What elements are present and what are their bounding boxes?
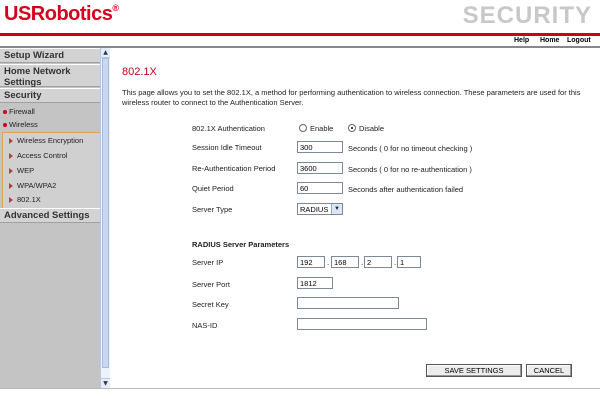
nas-id-input[interactable] bbox=[297, 318, 427, 330]
secret-key-input[interactable] bbox=[297, 297, 399, 309]
cancel-button[interactable]: CANCEL bbox=[526, 364, 572, 377]
server-port-input[interactable]: 1812 bbox=[297, 277, 333, 289]
sidebar-item-access-control[interactable]: Access Control bbox=[9, 149, 67, 162]
server-ip-label: Server IP bbox=[192, 258, 224, 267]
server-port-label: Server Port bbox=[192, 280, 230, 289]
sidebar-item-firewall[interactable]: Firewall bbox=[0, 105, 100, 118]
server-ip-octet-2[interactable]: 168 bbox=[331, 256, 359, 268]
quiet-period-label: Quiet Period bbox=[192, 184, 234, 193]
sidebar-item-wpa-wpa2[interactable]: WPA/WPA2 bbox=[9, 179, 56, 192]
server-type-select[interactable]: RADIUS ▼ bbox=[297, 203, 343, 215]
sidebar-item-wireless-encryption[interactable]: Wireless Encryption bbox=[9, 134, 83, 147]
idle-timeout-note: Seconds ( 0 for no timeout checking ) bbox=[348, 144, 473, 153]
sidebar: Setup Wizard Home Network Settings Secur… bbox=[0, 48, 101, 388]
triangle-right-icon bbox=[9, 138, 13, 145]
sidebar-scrollbar[interactable]: ▲ ▼ bbox=[100, 48, 110, 388]
bullet-icon bbox=[3, 110, 7, 115]
ip-dot: . bbox=[327, 258, 330, 267]
idle-timeout-input[interactable]: 300 bbox=[297, 141, 343, 153]
bottom-border bbox=[0, 388, 600, 399]
page-description: This page allows you to set the 802.1X, … bbox=[122, 88, 581, 107]
sidebar-item-home-network-settings[interactable]: Home Network Settings bbox=[0, 64, 100, 88]
main-content: 802.1X This page allows you to set the 8… bbox=[110, 48, 600, 388]
usrobotics-logo: USRobotics® bbox=[4, 3, 119, 25]
secret-key-label: Secret Key bbox=[192, 300, 229, 309]
wireless-submenu: Wireless Encryption Access Control WEP W… bbox=[2, 132, 101, 209]
reauth-label: Re-Authentication Period bbox=[192, 164, 276, 173]
top-links: Help Home Logout bbox=[0, 36, 600, 46]
auth-label: 802.1X Authentication bbox=[192, 124, 265, 133]
ip-dot: . bbox=[394, 258, 397, 267]
triangle-right-icon bbox=[9, 168, 13, 175]
sidebar-item-advanced-settings[interactable]: Advanced Settings bbox=[0, 208, 100, 223]
chevron-down-icon: ▼ bbox=[331, 204, 342, 214]
triangle-right-icon bbox=[9, 197, 13, 204]
sidebar-item-wep[interactable]: WEP bbox=[9, 164, 34, 177]
help-link[interactable]: Help bbox=[514, 37, 529, 44]
server-type-label: Server Type bbox=[192, 205, 233, 214]
server-ip-octet-3[interactable]: 2 bbox=[364, 256, 392, 268]
reauth-input[interactable]: 3600 bbox=[297, 162, 343, 174]
quiet-period-input[interactable]: 60 bbox=[297, 182, 343, 194]
auth-enable-radio[interactable] bbox=[299, 124, 307, 132]
bullet-icon bbox=[3, 123, 7, 128]
quiet-period-note: Seconds after authentication failed bbox=[348, 185, 464, 194]
auth-enable-label[interactable]: Enable bbox=[310, 124, 333, 133]
idle-timeout-label: Session Idle Timeout bbox=[192, 143, 262, 152]
reauth-note: Seconds ( 0 for no re-authentication ) bbox=[348, 165, 472, 174]
sidebar-item-security[interactable]: Security bbox=[0, 88, 100, 103]
ip-dot: . bbox=[361, 258, 364, 267]
radius-heading: RADIUS Server Parameters bbox=[192, 240, 290, 249]
scroll-up-icon[interactable]: ▲ bbox=[101, 48, 110, 58]
home-link[interactable]: Home bbox=[540, 37, 559, 44]
triangle-right-icon bbox=[9, 183, 13, 190]
server-ip-octet-4[interactable]: 1 bbox=[397, 256, 421, 268]
save-settings-button[interactable]: SAVE SETTINGS bbox=[426, 364, 522, 377]
logout-link[interactable]: Logout bbox=[567, 37, 591, 44]
section-title: SECURITY bbox=[462, 2, 592, 29]
triangle-right-icon bbox=[9, 153, 13, 160]
scroll-thumb[interactable] bbox=[102, 58, 109, 368]
sidebar-item-wireless[interactable]: Wireless bbox=[0, 118, 100, 131]
scroll-down-icon[interactable]: ▼ bbox=[101, 378, 110, 388]
auth-disable-label[interactable]: Disable bbox=[359, 124, 384, 133]
nas-id-label: NAS-ID bbox=[192, 321, 218, 330]
header: USRobotics® SECURITY bbox=[0, 0, 600, 33]
server-ip-octet-1[interactable]: 192 bbox=[297, 256, 325, 268]
auth-disable-radio[interactable] bbox=[348, 124, 356, 132]
page-title: 802.1X bbox=[122, 66, 157, 78]
sidebar-item-802-1x[interactable]: 802.1X bbox=[9, 193, 41, 206]
sidebar-item-setup-wizard[interactable]: Setup Wizard bbox=[0, 48, 100, 63]
